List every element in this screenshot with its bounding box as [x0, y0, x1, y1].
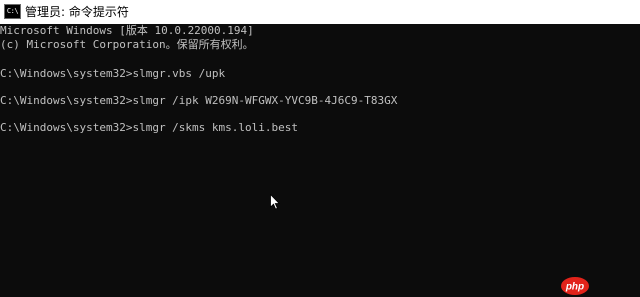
mouse-pointer-icon — [270, 194, 280, 210]
cmd-icon-label: C:\ — [6, 7, 19, 15]
console-line-command-skms: C:\Windows\system32>slmgr /skms kms.loli… — [0, 121, 299, 134]
watermark-text: php — [565, 282, 584, 293]
console-line-version: Microsoft Windows [版本 10.0.22000.194] — [0, 24, 254, 37]
console-line-command-upk: C:\Windows\system32>slmgr.vbs /upk — [0, 67, 226, 80]
title-bar[interactable]: C:\ 管理员: 命令提示符 — [0, 0, 640, 24]
console-output[interactable]: Microsoft Windows [版本 10.0.22000.194] (c… — [0, 24, 640, 297]
cmd-icon[interactable]: C:\ — [4, 4, 21, 19]
console-line-command-ipk: C:\Windows\system32>slmgr /ipk W269N-WFG… — [0, 94, 398, 107]
php-watermark-logo: php — [561, 277, 589, 295]
command-prompt-window: C:\ 管理员: 命令提示符 Microsoft Windows [版本 10.… — [0, 0, 640, 297]
window-title: 管理员: 命令提示符 — [25, 5, 129, 19]
console-line-copyright: (c) Microsoft Corporation。保留所有权利。 — [0, 38, 254, 51]
